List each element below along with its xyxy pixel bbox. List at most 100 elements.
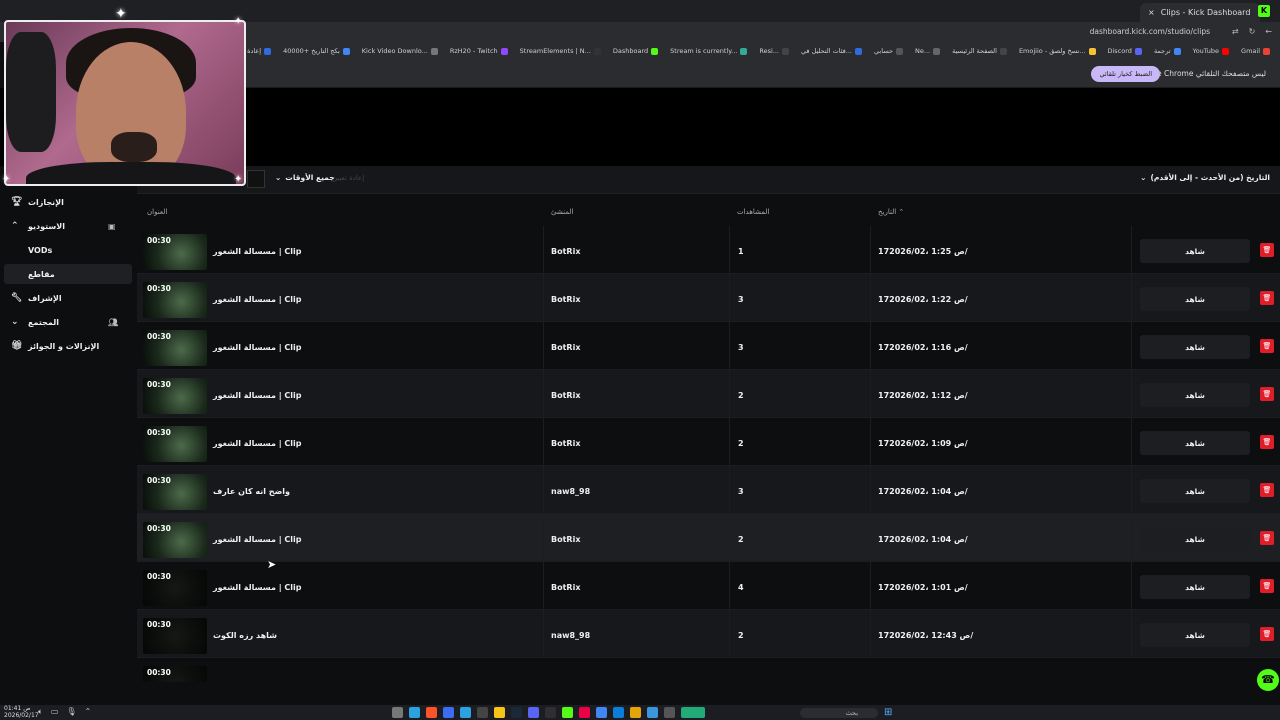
table-row[interactable]: 00:30 شاهد رزه الكوت naw8_98 2 17ص 12:43… — [137, 610, 1280, 658]
clip-title[interactable]: شاهد رزه الكوت — [213, 631, 277, 640]
tune-icon[interactable]: ⇄ — [1232, 27, 1239, 36]
app-icon[interactable] — [494, 707, 505, 718]
table-row[interactable]: 00:30 مسسالة الشغور | Clip BotRix 1 17ص … — [137, 226, 1280, 274]
bookmark-item[interactable]: ترجمة — [1154, 47, 1181, 55]
clip-creator[interactable]: naw8_98 — [551, 487, 590, 496]
watch-button[interactable]: شاهد — [1140, 431, 1250, 455]
clip-creator[interactable]: BotRix — [551, 535, 580, 544]
mic-icon[interactable]: 🎙︎ — [66, 707, 76, 717]
table-row[interactable]: 00:30 مسسالة الشغور | Clip BotRix 2 17ص … — [137, 418, 1280, 466]
bookmark-item[interactable]: Resi... — [759, 47, 789, 55]
bookmark-item[interactable]: Gmail — [1241, 47, 1270, 55]
bookmark-item[interactable]: Kick Video Downlo... — [362, 47, 438, 55]
file-explorer-icon[interactable] — [630, 707, 641, 718]
table-row[interactable]: 00:30 مسسالة الشغور | Clip BotRix 3 17ص … — [137, 274, 1280, 322]
search-input[interactable] — [247, 170, 265, 188]
watch-button[interactable]: شاهد — [1140, 335, 1250, 359]
watch-button[interactable]: شاهد — [1140, 527, 1250, 551]
delete-icon[interactable]: 🗑︎ — [1260, 291, 1274, 305]
sidebar-item-drops-rewards[interactable]: 🎁︎ الإنزالات و الجوائز — [0, 336, 130, 356]
app-icon[interactable] — [562, 707, 573, 718]
clip-title[interactable]: مسسالة الشغور | Clip — [213, 439, 301, 448]
brave-icon[interactable] — [426, 707, 437, 718]
watch-button[interactable]: شاهد — [1140, 575, 1250, 599]
time-range-dropdown[interactable]: ⌄ جميع الأوقات — [275, 173, 335, 182]
reload-icon[interactable]: ↻ — [1249, 27, 1256, 36]
sidebar-item-moderation[interactable]: 🔧︎ الإشراف — [0, 288, 130, 308]
bookmark-item[interactable]: Discord — [1108, 47, 1142, 55]
clip-title[interactable]: مسسالة الشغور | Clip — [213, 343, 301, 352]
support-chat-icon[interactable]: ☎ — [1257, 669, 1279, 691]
sidebar-item-studio[interactable]: ⌃ الاستوديو ▣ — [0, 216, 130, 236]
bookmark-item[interactable]: Emojiio - نسخ ولصق... — [1019, 47, 1096, 55]
clip-creator[interactable]: naw8_98 — [551, 631, 590, 640]
app-icon[interactable] — [443, 707, 454, 718]
obs-icon[interactable] — [545, 707, 556, 718]
table-row[interactable]: 00:30 مسسالة الشغور | Clip BotRix 3 17ص … — [137, 322, 1280, 370]
watch-button[interactable]: شاهد — [1140, 239, 1250, 263]
clip-title[interactable]: مسسالة الشغور | Clip — [213, 295, 301, 304]
app-icon[interactable] — [681, 707, 705, 718]
bookmark-item[interactable]: RzH20 - Twitch — [450, 47, 508, 55]
bookmark-item[interactable]: StreamElements | N... — [520, 47, 601, 55]
kick-extension-icon[interactable]: K — [1258, 5, 1270, 17]
clip-title[interactable]: مسسالة الشغور | Clip — [213, 247, 301, 256]
clip-creator[interactable]: BotRix — [551, 583, 580, 592]
back-icon[interactable]: ← — [1265, 27, 1272, 36]
close-tab-icon[interactable]: × — [1148, 8, 1155, 17]
chrome-icon[interactable] — [596, 707, 607, 718]
clip-title[interactable]: واضح انه كان عارف — [213, 487, 290, 496]
watch-button[interactable]: شاهد — [1140, 383, 1250, 407]
header-creator[interactable]: المنشئ — [551, 208, 573, 216]
bookmark-item[interactable]: حسابي — [874, 47, 904, 55]
windows-start-icon[interactable]: ⊞ — [884, 707, 896, 718]
table-row[interactable]: 00:30 مسسالة الشغور | Clip BotRix 2 17ص … — [137, 514, 1280, 562]
volume-icon[interactable]: 🔈︎ — [38, 707, 43, 717]
watch-button[interactable]: شاهد — [1140, 623, 1250, 647]
bookmark-item[interactable]: Dashboard — [613, 47, 659, 55]
delete-icon[interactable]: 🗑︎ — [1260, 627, 1274, 641]
app-icon[interactable] — [392, 707, 403, 718]
clip-title[interactable]: مسسالة الشغور | Clip — [213, 583, 301, 592]
app-icon[interactable] — [647, 707, 658, 718]
table-row[interactable]: 00:30 مسسالة الشغور | Clip BotRix 2 17ص … — [137, 370, 1280, 418]
url-text[interactable]: dashboard.kick.com/studio/clips — [1090, 27, 1210, 36]
bookmark-item[interactable]: فئات التحليل في... — [801, 47, 862, 55]
app-icon[interactable] — [477, 707, 488, 718]
delete-icon[interactable]: 🗑︎ — [1260, 435, 1274, 449]
bookmark-item[interactable]: Stream is currently... — [670, 47, 748, 55]
clip-creator[interactable]: BotRix — [551, 391, 580, 400]
bookmark-item[interactable]: YouTube — [1193, 47, 1230, 55]
taskbar-search-input[interactable]: بحث — [800, 708, 878, 718]
sidebar-item-vods[interactable]: VODs — [0, 240, 130, 260]
bookmark-item[interactable]: إعادة البث — [245, 47, 272, 55]
clip-title[interactable]: مسسالة الشغور | Clip — [213, 535, 301, 544]
tray-clock[interactable]: 01:41 ص 2026/02/17 — [4, 705, 39, 719]
header-date[interactable]: التاريخ ⌃ — [878, 208, 904, 216]
table-row[interactable]: 00:30 — [137, 658, 1280, 682]
sidebar-item-clips[interactable]: مقاطع — [4, 264, 132, 284]
table-row[interactable]: 00:30 مسسالة الشغور | Clip BotRix 4 17ص … — [137, 562, 1280, 610]
watch-button[interactable]: شاهد — [1140, 479, 1250, 503]
reset-filter-button[interactable]: إعادة تعيين — [332, 174, 364, 182]
sort-dropdown[interactable]: ⌄ التاريخ (من الأحدث - إلى الأقدم) — [1140, 173, 1270, 182]
delete-icon[interactable]: 🗑︎ — [1260, 579, 1274, 593]
app-icon[interactable] — [579, 707, 590, 718]
discord-icon[interactable] — [528, 707, 539, 718]
chevron-up-icon[interactable]: ⌃ — [85, 707, 92, 717]
delete-icon[interactable]: 🗑︎ — [1260, 339, 1274, 353]
delete-icon[interactable]: 🗑︎ — [1260, 243, 1274, 257]
sidebar-item-community[interactable]: ⌄ المجتمع 👥︎ — [0, 312, 130, 332]
active-browser-tab[interactable]: × Clips - Kick Dashboard — [1140, 3, 1260, 22]
bookmark-item[interactable]: Ne... — [915, 47, 941, 55]
delete-icon[interactable]: 🗑︎ — [1260, 387, 1274, 401]
steam-icon[interactable] — [511, 707, 522, 718]
header-views[interactable]: المشاهدات — [737, 208, 769, 216]
clip-title[interactable]: مسسالة الشغور | Clip — [213, 391, 301, 400]
set-default-button[interactable]: الضبط كخيار تلقائي — [1091, 66, 1160, 82]
app-icon[interactable] — [664, 707, 675, 718]
clip-creator[interactable]: BotRix — [551, 247, 580, 256]
delete-icon[interactable]: 🗑︎ — [1260, 531, 1274, 545]
bookmark-item[interactable]: الصفحة الرئيسية — [952, 47, 1007, 55]
table-row[interactable]: 00:30 واضح انه كان عارف naw8_98 3 17ص 1:… — [137, 466, 1280, 514]
